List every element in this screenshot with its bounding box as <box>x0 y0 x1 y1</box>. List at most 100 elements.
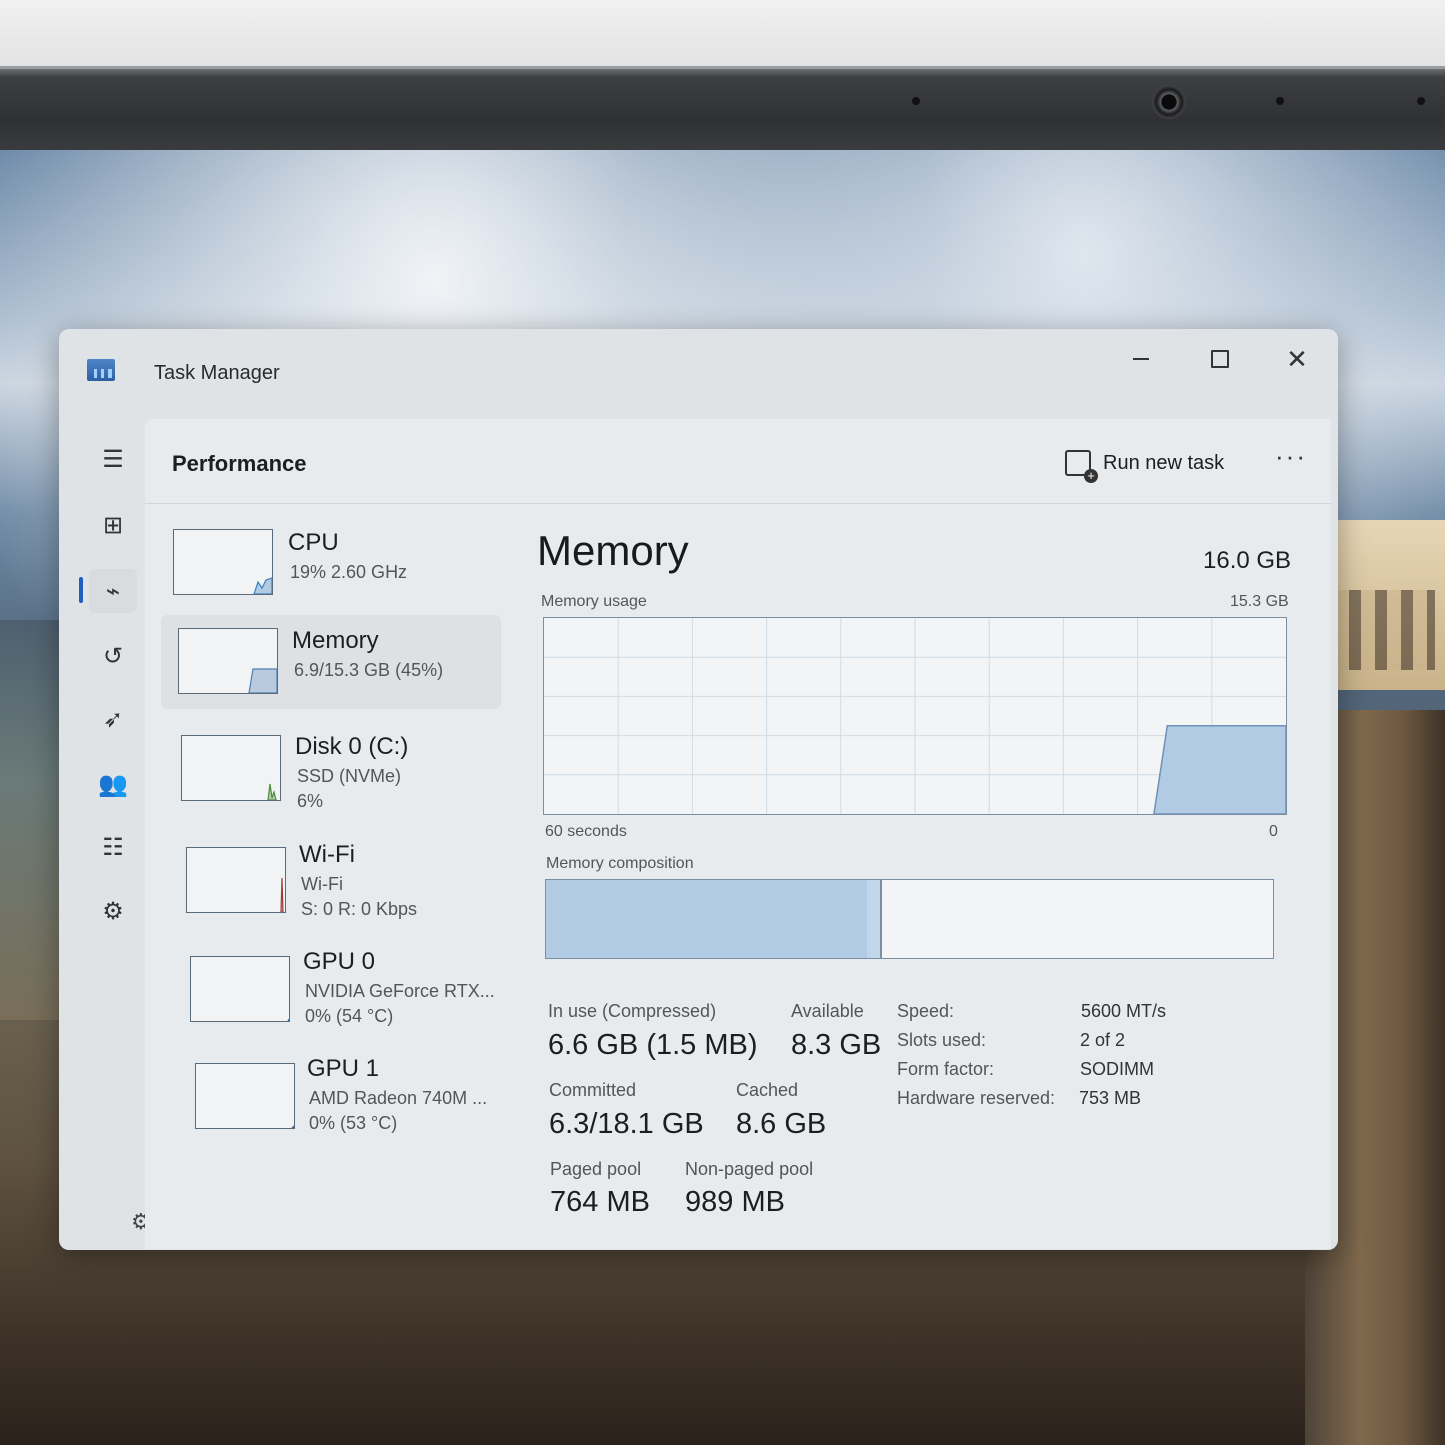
nav-app-history[interactable]: ↺ <box>89 634 137 678</box>
sensor-dot <box>912 97 920 105</box>
device-detail: 6.9/15.3 GB (45%) <box>294 660 444 680</box>
device-cpu[interactable]: CPU 19% 2.60 GHz <box>165 511 505 605</box>
device-detail: SSD (NVMe) <box>297 766 402 786</box>
device-wifi[interactable]: Wi-Fi Wi-Fi S: 0 R: 0 Kbps <box>171 829 511 923</box>
device-detail-2: 0% (54 °C) <box>305 1006 394 1026</box>
device-detail-2: S: 0 R: 0 Kbps <box>301 899 418 919</box>
run-new-task-button[interactable]: Run new task <box>1065 445 1225 483</box>
wifi-thumbnail <box>186 847 286 913</box>
nav-processes[interactable]: ⊞ <box>89 503 137 547</box>
device-name: Wi-Fi <box>299 841 355 868</box>
page-title: Performance <box>172 451 307 476</box>
slots-value: 2 of 2 <box>1080 1030 1126 1050</box>
active-indicator <box>79 577 83 603</box>
device-memory[interactable]: Memory 6.9/15.3 GB (45%) <box>161 615 501 709</box>
time-range-label: 60 seconds <box>545 823 627 840</box>
startup-apps-icon: ➶ <box>102 705 124 733</box>
nav-startup-apps[interactable]: ➶ <box>89 697 137 741</box>
non-paged-pool-label: Non-paged pool <box>685 1159 814 1179</box>
time-end-label: 0 <box>1269 823 1278 840</box>
hardware-reserved-value: 753 MB <box>1079 1088 1142 1108</box>
available-label: Available <box>791 1001 864 1021</box>
device-name: GPU 0 <box>303 948 376 975</box>
thumbnail-sparkline <box>248 668 277 693</box>
thumbnail-sparkline <box>291 1125 294 1128</box>
hamburger-menu-button[interactable]: ☰ <box>89 437 137 481</box>
usage-max-label: 15.3 GB <box>1230 593 1289 610</box>
cached-label: Cached <box>736 1080 799 1100</box>
users-icon: 👥 <box>98 770 128 798</box>
speed-value: 5600 MT/s <box>1081 1001 1167 1021</box>
paged-pool-label: Paged pool <box>550 1159 642 1179</box>
nav-services[interactable]: ⚙ <box>89 889 137 933</box>
processes-icon: ⊞ <box>102 511 124 539</box>
thumbnail-sparkline <box>253 577 272 594</box>
device-detail: 19% 2.60 GHz <box>290 562 408 582</box>
device-list: CPU 19% 2.60 GHz Memory 6.9/15.3 GB (45%… <box>145 511 501 1211</box>
usage-area <box>1153 725 1286 814</box>
more-options-button[interactable]: ··· <box>1275 441 1307 472</box>
paged-pool-value: 764 MB <box>550 1186 650 1218</box>
speed-label: Speed: <box>897 1001 955 1021</box>
memory-thumbnail <box>178 628 278 694</box>
usage-graph-svg <box>544 618 1286 814</box>
window-title: Task Manager <box>154 362 280 384</box>
memory-composition-bar <box>545 879 1274 959</box>
thumbnail-sparkline <box>287 1018 289 1021</box>
laptop-bezel <box>0 66 1445 153</box>
app-history-icon: ↺ <box>102 642 124 670</box>
performance-icon: ⌁ <box>105 577 121 605</box>
in-use-label: In use (Compressed) <box>548 1001 717 1021</box>
available-value: 8.3 GB <box>791 1029 882 1061</box>
nav-users[interactable]: 👥 <box>89 762 137 806</box>
form-factor-label: Form factor: <box>897 1059 995 1079</box>
slots-label: Slots used: <box>897 1030 987 1050</box>
device-disk[interactable]: Disk 0 (C:) SSD (NVMe) 6% <box>167 721 507 815</box>
device-detail-2: 6% <box>297 791 324 811</box>
close-button[interactable]: ✕ <box>1267 337 1327 381</box>
memory-total: 16.0 GB <box>1203 547 1292 574</box>
navigation-sidebar: ☰ ⊞ ⌁ ↺ ➶ 👥 ☷ ⚙ <box>79 429 149 1249</box>
thumbnail-sparkline <box>267 783 277 800</box>
cpu-thumbnail <box>173 529 273 595</box>
composition-label: Memory composition <box>546 855 694 872</box>
committed-value: 6.3/18.1 GB <box>549 1108 704 1140</box>
task-manager-window: Task Manager ✕ ☰ ⊞ ⌁ ↺ ➶ 👥 ☷ ⚙ ⚙ Perform… <box>59 329 1338 1250</box>
hardware-reserved-label: Hardware reserved: <box>897 1088 1056 1108</box>
cached-value: 8.6 GB <box>736 1108 827 1140</box>
nav-details[interactable]: ☷ <box>89 825 137 869</box>
sensor-dot <box>1276 97 1284 105</box>
panel-header: Performance Run new task ··· <box>145 419 1331 504</box>
device-name: CPU <box>288 529 339 556</box>
thumbnail-sparkline <box>280 877 284 912</box>
maximize-button[interactable] <box>1190 337 1250 381</box>
performance-panel: Performance Run new task ··· CPU 19% 2.6… <box>145 419 1331 1249</box>
committed-label: Committed <box>549 1080 637 1100</box>
run-task-icon <box>1065 450 1098 483</box>
device-detail: AMD Radeon 740M ... <box>309 1088 488 1108</box>
nav-performance[interactable]: ⌁ <box>89 569 137 613</box>
minimize-button[interactable] <box>1111 337 1171 381</box>
device-gpu1[interactable]: GPU 1 AMD Radeon 740M ... 0% (53 °C) <box>177 1045 517 1139</box>
disk-thumbnail <box>181 735 281 801</box>
device-name: Disk 0 (C:) <box>295 733 409 760</box>
menu-icon: ☰ <box>102 445 124 473</box>
maximize-icon <box>1211 350 1229 368</box>
composition-modified <box>866 880 883 958</box>
webcam <box>1152 85 1186 119</box>
memory-usage-graph <box>543 617 1287 815</box>
more-icon: ··· <box>1275 441 1307 471</box>
close-icon: ✕ <box>1286 343 1308 374</box>
services-icon: ⚙ <box>102 897 124 925</box>
title-bar[interactable]: Task Manager ✕ <box>59 329 1338 417</box>
device-gpu0[interactable]: GPU 0 NVIDIA GeForce RTX... 0% (54 °C) <box>175 938 515 1032</box>
device-detail-2: 0% (53 °C) <box>309 1113 398 1133</box>
composition-in-use <box>546 880 869 958</box>
device-name: GPU 1 <box>307 1055 380 1082</box>
run-new-task-label: Run new task <box>1103 451 1225 474</box>
detail-title: Memory <box>537 527 689 574</box>
device-detail: Wi-Fi <box>301 874 343 894</box>
minimize-icon <box>1133 358 1149 360</box>
device-detail: NVIDIA GeForce RTX... <box>305 981 495 1001</box>
form-factor-value: SODIMM <box>1080 1059 1154 1079</box>
